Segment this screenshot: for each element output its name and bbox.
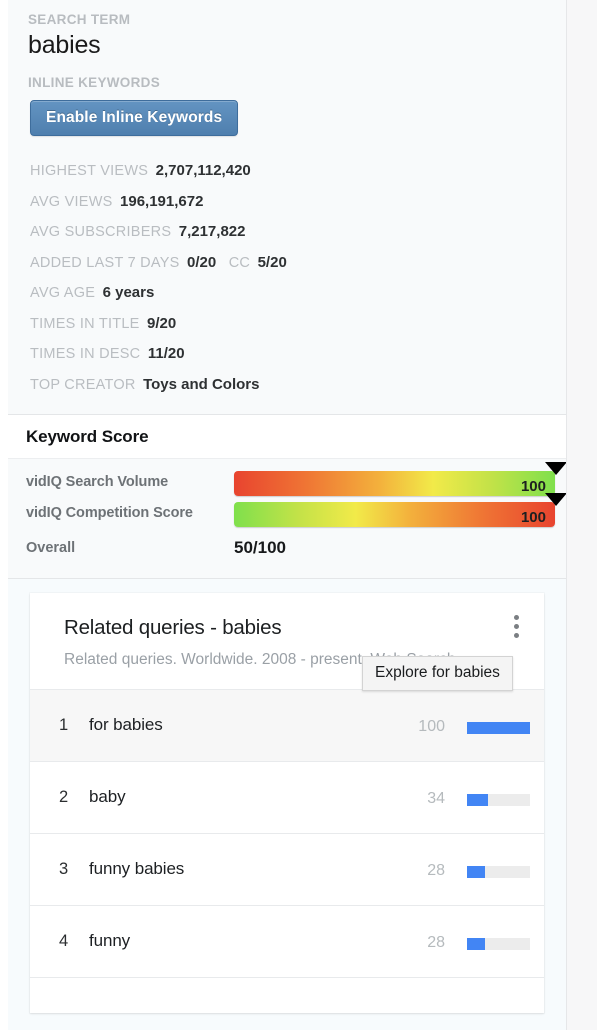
- stat-value: Toys and Colors: [143, 375, 260, 393]
- stat-value: 11/20: [147, 345, 185, 362]
- query-score: 34: [427, 790, 445, 807]
- stat-row-added-last-7-days: ADDED LAST 7 DAYS 0/20 CC 5/20: [8, 248, 566, 279]
- keyword-score-section: Keyword Score vidIQ Search Volume 100 vi…: [8, 415, 567, 579]
- search-volume-row: vidIQ Search Volume 100: [8, 462, 567, 499]
- stat-row-avg-age: AVG AGE 6 years: [8, 278, 566, 309]
- stat-value: 2,707,112,420: [155, 162, 251, 179]
- overall-value: 50/100: [234, 538, 286, 557]
- stat-row-highest-views: HIGHEST VIEWS 2,707,112,420: [8, 156, 566, 187]
- vidiq-keyword-panel: SEARCH TERM babies INLINE KEYWORDS Enabl…: [0, 0, 597, 1030]
- stat-key: AVG VIEWS: [30, 193, 113, 210]
- stat-key-cc: CC: [228, 254, 251, 271]
- stat-key: ADDED LAST 7 DAYS: [30, 254, 180, 271]
- stat-row-top-creator: TOP CREATOR Toys and Colors: [8, 370, 566, 401]
- list-item[interactable]: 3 funny babies 28: [30, 834, 544, 906]
- query-bar-fill: [467, 722, 530, 734]
- stat-row-avg-views: AVG VIEWS 196,191,672: [8, 187, 566, 218]
- list-item[interactable]: 2 baby 34: [30, 762, 544, 834]
- stats-list: HIGHEST VIEWS 2,707,112,420 AVG VIEWS 19…: [8, 156, 566, 400]
- list-item[interactable]: 4 funny 28: [30, 906, 544, 978]
- stat-key: TIMES IN DESC: [30, 346, 141, 362]
- search-volume-meter: 100: [234, 462, 567, 496]
- query-bar-track: [467, 866, 530, 878]
- list-item[interactable]: 1 for babies 100: [30, 690, 544, 762]
- explore-tooltip: Explore for babies: [362, 656, 513, 691]
- query-score: 28: [427, 934, 445, 951]
- stat-value: 9/20: [147, 314, 177, 332]
- stat-value-cc: 5/20: [257, 253, 287, 271]
- query-name: funny babies: [89, 859, 185, 878]
- stat-key: TOP CREATOR: [30, 376, 136, 393]
- query-rank: 2: [59, 788, 69, 806]
- overall-label: Overall: [26, 540, 76, 556]
- search-volume-marker-icon: [545, 462, 567, 475]
- stat-key: HIGHEST VIEWS: [30, 163, 149, 179]
- query-bar-fill: [467, 866, 485, 878]
- competition-score-marker-icon: [545, 493, 567, 506]
- query-bar-fill: [467, 938, 485, 950]
- sidebar-panel: SEARCH TERM babies INLINE KEYWORDS Enabl…: [8, 0, 567, 1030]
- query-rank: 4: [59, 932, 69, 950]
- stat-row-times-in-desc: TIMES IN DESC 11/20: [8, 339, 566, 370]
- keyword-score-title: Keyword Score: [8, 415, 566, 459]
- kebab-dot: [513, 624, 519, 629]
- competition-score-value: 100: [520, 509, 546, 526]
- query-bar-track: [467, 794, 530, 806]
- stat-key: AVG SUBSCRIBERS: [30, 224, 172, 240]
- query-rank: 3: [59, 860, 69, 878]
- stat-key: AVG AGE: [30, 285, 96, 301]
- page-left-gutter: [0, 0, 8, 1030]
- related-queries-title: Related queries - babies: [64, 616, 282, 639]
- query-name: funny: [89, 931, 131, 950]
- competition-score-row: vidIQ Competition Score 100: [8, 493, 567, 530]
- query-bar-track: [467, 722, 530, 734]
- keyword-score-body: vidIQ Search Volume 100 vidIQ Competitio…: [8, 459, 567, 578]
- stat-key: TIMES IN TITLE: [30, 315, 140, 332]
- inline-keywords-label: INLINE KEYWORDS: [28, 75, 161, 90]
- search-term-value: babies: [28, 31, 101, 59]
- stat-value: 0/20: [187, 253, 217, 271]
- search-volume-value: 100: [520, 478, 546, 495]
- query-bar-track: [467, 938, 530, 950]
- query-rank: 1: [59, 716, 69, 734]
- more-options-icon[interactable]: [506, 615, 526, 641]
- search-volume-label: vidIQ Search Volume: [26, 474, 169, 490]
- competition-score-meter: 100: [234, 493, 567, 527]
- search-term-stats-section: SEARCH TERM babies INLINE KEYWORDS Enabl…: [8, 0, 566, 415]
- related-queries-card: Related queries - babies Related queries…: [30, 593, 544, 1013]
- overall-row: Overall 50/100: [8, 538, 566, 564]
- stat-row-times-in-title: TIMES IN TITLE 9/20: [8, 309, 566, 340]
- stat-value: 7,217,822: [178, 223, 246, 240]
- stat-value: 196,191,672: [120, 192, 204, 210]
- query-name: for babies: [89, 715, 163, 734]
- kebab-dot: [513, 633, 519, 638]
- enable-inline-keywords-button[interactable]: Enable Inline Keywords: [30, 100, 239, 136]
- competition-score-label: vidIQ Competition Score: [26, 505, 193, 521]
- related-queries-list: 1 for babies 100 2 baby 34 3 funny babie…: [30, 689, 544, 978]
- search-term-label: SEARCH TERM: [28, 12, 131, 27]
- related-queries-area: Related queries - babies Related queries…: [8, 579, 566, 1026]
- kebab-dot: [513, 615, 519, 620]
- query-bar-fill: [467, 794, 489, 806]
- query-score: 100: [418, 718, 445, 735]
- stat-value: 6 years: [102, 284, 155, 301]
- page-right-gutter: [566, 0, 597, 1030]
- query-name: baby: [89, 787, 126, 806]
- query-score: 28: [427, 862, 445, 879]
- stat-row-avg-subscribers: AVG SUBSCRIBERS 7,217,822: [8, 217, 566, 248]
